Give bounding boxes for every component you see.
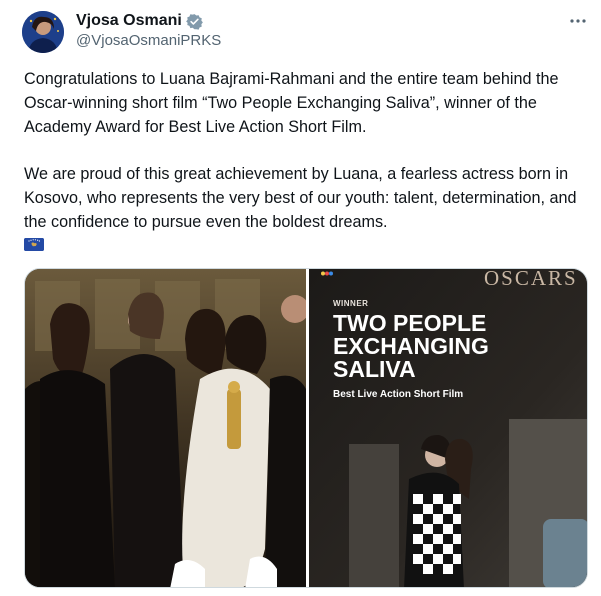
author-row: Vjosa Osmani (76, 12, 203, 30)
more-options-icon[interactable] (569, 12, 587, 35)
avatar[interactable] (22, 11, 64, 53)
film-title: TWO PEOPLE EXCHANGING SALIVA (333, 312, 583, 381)
tweet: Vjosa Osmani @VjosaOsmaniPRKS Congratula… (0, 0, 601, 596)
oscar-winner-card[interactable]: OSCARS WINNER TWO PEOPLE EXCHANGING SALI… (309, 268, 587, 587)
tweet-paragraph-2: We are proud of this great achievement b… (24, 165, 577, 231)
network-logo-icon (321, 271, 333, 276)
verified-badge-icon (185, 13, 203, 30)
winner-label: WINNER (333, 299, 369, 308)
award-category: Best Live Action Short Film (333, 389, 464, 400)
oscar-stage-photo[interactable] (25, 269, 309, 587)
kosovo-flag-icon (24, 238, 44, 251)
film-title-line: EXCHANGING (333, 333, 489, 359)
tweet-paragraph-1: Congratulations to Luana Bajrami-Rahmani… (24, 70, 559, 136)
film-title-line: SALIVA (333, 356, 416, 382)
media-gallery[interactable]: OSCARS WINNER TWO PEOPLE EXCHANGING SALI… (24, 268, 588, 588)
author-name[interactable]: Vjosa Osmani (76, 12, 182, 30)
author-handle[interactable]: @VjosaOsmaniPRKS (76, 32, 221, 49)
tweet-text: Congratulations to Luana Bajrami-Rahmani… (24, 67, 594, 234)
film-title-line: TWO PEOPLE (333, 310, 487, 336)
oscars-wordmark: OSCARS (484, 268, 578, 290)
